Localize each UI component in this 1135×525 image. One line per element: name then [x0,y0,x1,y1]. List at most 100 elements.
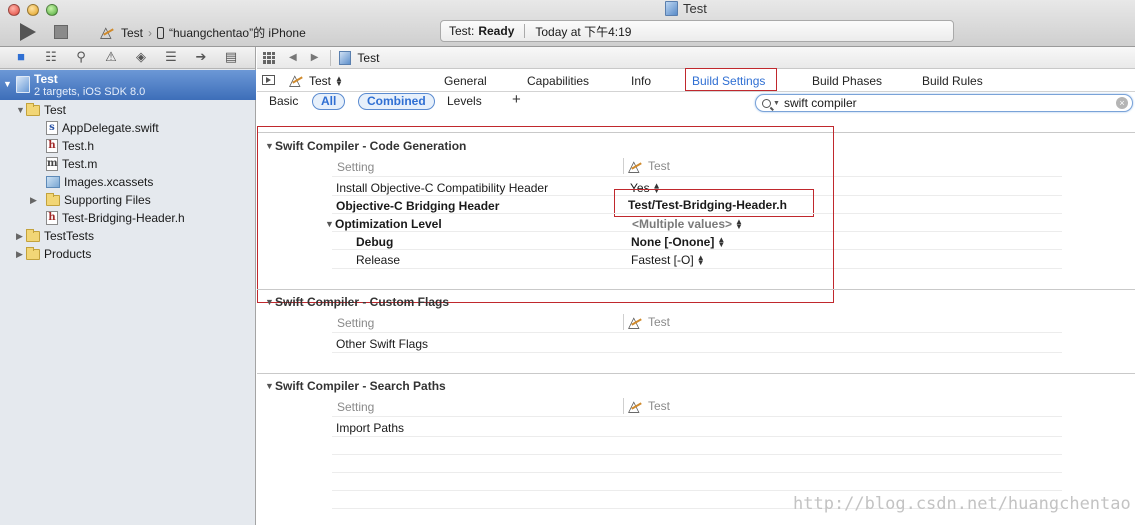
scheme-name: Test [121,25,144,40]
disclosure-closed-icon[interactable]: ▶ [16,231,26,242]
disclosure-closed-icon[interactable]: ▶ [16,249,26,260]
section-header-search-paths[interactable]: ▼ Swift Compiler - Search Paths [265,379,446,393]
target-app-icon [628,397,644,415]
disclosure-open-icon[interactable]: ▼ [16,105,26,115]
setting-import-paths[interactable]: Import Paths [336,421,404,435]
search-navigator-icon[interactable]: ⚲ [74,50,88,64]
activity-prefix: Test: [449,24,475,38]
tab-info[interactable]: Info [631,74,651,88]
tree-item-test-m[interactable]: m Test.m [46,155,97,173]
section-divider [257,289,1135,290]
warning-icon[interactable]: ⚠ [104,50,118,64]
folder-icon [26,246,40,260]
disclosure-open-icon[interactable]: ▼ [265,297,275,307]
tree-item-appdelegate[interactable]: s AppDelegate.swift [46,119,159,137]
folder-icon [26,228,40,242]
disclosure-open-icon[interactable]: ▼ [265,381,275,391]
tree-item-supporting-files[interactable]: ▶ Supporting Files [30,191,151,209]
disclosure-open-icon[interactable]: ▼ [3,79,12,89]
tree-item-label: Test-Bridging-Header.h [62,211,185,225]
project-root-row[interactable]: ▼ Test 2 targets, iOS SDK 8.0 [0,70,256,100]
build-settings-search-field[interactable]: ▼ swift compiler × [755,94,1133,112]
row-divider [332,352,1062,353]
filter-all[interactable]: All [312,93,346,110]
header-file-icon: h [46,211,58,225]
iphone-icon [157,26,165,39]
chevron-down-icon: ▼ [773,99,780,107]
search-input-value[interactable]: swift compiler [784,96,857,110]
folder-icon[interactable]: ■ [14,50,28,64]
filter-combined[interactable]: Combined [358,93,435,110]
tree-item-test-group[interactable]: ▼ Test [16,101,66,119]
section-title: Swift Compiler - Search Paths [275,379,446,393]
symbol-navigator-icon[interactable]: ☷ [44,50,58,64]
project-document-icon [339,50,352,65]
objc-file-icon: m [46,157,58,171]
tree-item-testtests[interactable]: ▶ TestTests [16,227,94,245]
target-app-icon [628,313,644,331]
tree-item-images-xcassets[interactable]: Images.xcassets [46,173,153,191]
row-divider [332,416,1062,417]
device-name: “huangchentao”的 iPhone [169,26,306,40]
scheme-selector[interactable]: Test › “huangchentao”的 iPhone [100,23,306,41]
tree-item-label: Supporting Files [64,193,151,207]
row-divider [332,490,1062,491]
related-items-icon[interactable] [263,51,275,64]
stop-button[interactable] [54,25,68,39]
activity-status: Ready [478,24,515,38]
search-icon [762,98,771,108]
target-selector[interactable]: Test ▲▼ [289,71,343,89]
project-document-icon [665,1,678,16]
add-setting-button[interactable]: + [512,91,521,108]
highlight-box-code-generation [257,126,834,303]
breadcrumb[interactable]: Test [357,51,379,65]
tab-general[interactable]: General [444,74,487,88]
close-window-button[interactable] [8,4,20,16]
tree-item-label: Test.m [62,157,98,171]
window-title: Test [665,1,707,16]
run-button[interactable] [20,23,36,41]
tree-item-label: Images.xcassets [64,175,154,189]
activity-divider [524,24,526,38]
updown-arrows-icon: ▲ ▼ [335,73,343,88]
tab-capabilities[interactable]: Capabilities [527,74,589,88]
back-arrow-icon[interactable]: ◀ [289,52,297,63]
setting-other-swift-flags[interactable]: Other Swift Flags [336,337,428,351]
activity-viewer: Test: Ready Today at 下午4:19 [440,20,954,42]
test-navigator-icon[interactable]: ◈ [134,50,148,64]
tree-item-products[interactable]: ▶ Products [16,245,91,263]
window-title-text: Test [683,1,707,16]
header-file-icon: h [46,139,58,153]
column-divider [623,314,624,330]
tab-build-phases[interactable]: Build Phases [812,74,882,88]
folder-icon [46,192,60,206]
editor-tab-bar: Test ▲▼ General Capabilities Info Build … [257,68,1135,92]
swift-file-icon: s [46,121,58,135]
target-app-icon [289,71,305,89]
target-column-label: Test [648,399,671,413]
build-settings-filter-bar: Basic All Combined Levels + ▼ swift comp… [257,91,1135,113]
row-divider [332,436,1062,437]
row-divider [332,472,1062,473]
tab-build-rules[interactable]: Build Rules [922,74,983,88]
clear-search-icon[interactable]: × [1116,97,1128,109]
tree-item-label: Test.h [62,139,95,153]
log-navigator-icon[interactable]: ▤ [224,50,238,64]
minimize-window-button[interactable] [27,4,39,16]
filter-levels[interactable]: Levels [447,94,482,108]
show-targets-panel-icon[interactable] [262,75,275,85]
disclosure-closed-icon[interactable]: ▶ [30,195,40,206]
breakpoint-icon[interactable]: ➔ [194,50,208,64]
jump-bar: ◀ ▶ Test [257,47,1135,69]
section-header-custom-flags[interactable]: ▼ Swift Compiler - Custom Flags [265,295,449,309]
forward-arrow-icon[interactable]: ▶ [311,52,319,63]
tree-item-test-h[interactable]: h Test.h [46,137,94,155]
project-name: Test [34,72,58,86]
zoom-window-button[interactable] [46,4,58,16]
filter-basic[interactable]: Basic [269,94,298,108]
project-document-icon [16,76,30,93]
debug-navigator-icon[interactable]: ☰ [164,50,178,64]
tree-item-bridging-header[interactable]: h Test-Bridging-Header.h [46,209,185,227]
project-navigator: ■ ☷ ⚲ ⚠ ◈ ☰ ➔ ▤ ▼ Test 2 targets, iOS SD… [0,47,256,525]
navigator-tab-bar: ■ ☷ ⚲ ⚠ ◈ ☰ ➔ ▤ [0,47,255,69]
